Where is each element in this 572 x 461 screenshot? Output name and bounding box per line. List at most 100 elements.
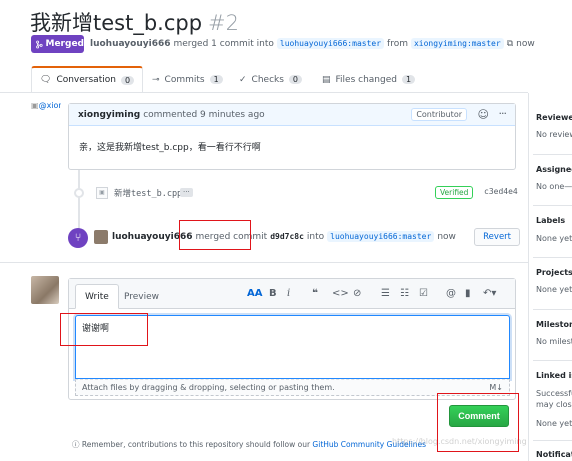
code-icon[interactable]: <> xyxy=(332,288,349,299)
sidebar-assignees-value: No one— xyxy=(536,182,572,191)
highlight-box-comment-text xyxy=(60,313,148,346)
tab-files-changed[interactable]: ▤ Files changed 1 xyxy=(314,66,423,93)
revert-button[interactable]: Revert xyxy=(474,228,520,246)
sidebar-notifications-heading: Notificatio xyxy=(536,450,572,459)
pr-action-text: merged 1 commit into xyxy=(173,38,274,49)
sidebar-separator xyxy=(533,257,572,258)
merge-avatar[interactable] xyxy=(94,230,108,244)
task-list-icon[interactable]: ☑ xyxy=(419,288,428,299)
merge-sha[interactable]: d9d7c8c xyxy=(270,232,304,241)
numbered-list-icon[interactable]: ☷ xyxy=(400,288,409,299)
commit-avatar[interactable]: ▣ xyxy=(96,187,108,199)
tab-conversation[interactable]: 🗨 Conversation 0 xyxy=(31,66,144,93)
comment-body: 亲，这是我新增test_b.cpp，看一看行不行啊 xyxy=(79,143,261,153)
file-diff-icon: ▤ xyxy=(322,74,331,85)
mention-icon[interactable]: @ xyxy=(446,288,456,299)
merge-event: ⑂ luohuayouyi666 merged commit d9d7c8c i… xyxy=(68,228,520,248)
broken-image-icon: ▣ xyxy=(31,101,39,110)
merge-event-icon: ⑂ xyxy=(68,228,88,248)
copy-icon[interactable]: ⧉ xyxy=(507,39,513,49)
sidebar-reviewers-value: No review xyxy=(536,130,572,139)
avatar[interactable]: ▣@xiongyimi xyxy=(31,101,61,131)
timeline-divider xyxy=(0,262,528,263)
tab-checks[interactable]: ✓ Checks 0 xyxy=(231,66,310,93)
guidelines-note: ⓘ Remember, contributions to this reposi… xyxy=(72,439,426,450)
pr-time: now xyxy=(516,38,535,49)
merge-time: now xyxy=(437,231,456,242)
sidebar-milestone-value: No milest xyxy=(536,337,572,346)
pr-author-link[interactable]: luohuayouyi666 xyxy=(90,39,170,49)
sidebar-reviewers-heading[interactable]: Reviewers xyxy=(536,113,572,122)
pr-title-text: 我新增test_b.cpp xyxy=(30,11,203,35)
sidebar-linked-text: may close xyxy=(536,400,572,409)
commit-dot-icon xyxy=(74,188,84,198)
comment-meta[interactable]: commented 9 minutes ago xyxy=(143,110,264,120)
bold-icon[interactable]: B xyxy=(269,288,277,299)
reply-icon[interactable]: ↶▾ xyxy=(483,288,496,299)
sidebar-divider xyxy=(528,93,529,461)
merge-into: into xyxy=(306,231,325,242)
write-tab[interactable]: Write xyxy=(75,284,119,309)
emoji-reaction-icon[interactable]: ☺ xyxy=(478,108,489,121)
text-size-icon[interactable]: AA xyxy=(247,288,262,299)
merged-badge-label: Merged xyxy=(45,39,85,49)
base-branch[interactable]: luohuayouyi666:master xyxy=(276,38,385,49)
tab-label: Conversation xyxy=(56,75,116,85)
tab-counter: 1 xyxy=(209,75,223,84)
sidebar-labels-heading[interactable]: Labels xyxy=(536,216,565,225)
form-toolbar: Write Preview AA B i ❝ <> ⊘ ☰ ☷ ☑ @ ▮ ↶▾ xyxy=(69,279,515,309)
markdown-icon[interactable]: M↓ xyxy=(489,383,503,392)
quote-icon[interactable]: ❝ xyxy=(312,288,318,299)
sidebar-assignees-heading[interactable]: Assignees xyxy=(536,165,572,174)
head-branch[interactable]: xiongyiming:master xyxy=(410,38,504,49)
avatar-alt-text: @xiongyimi xyxy=(38,101,61,110)
italic-icon[interactable]: i xyxy=(287,288,290,299)
tab-label: Commits xyxy=(164,74,205,85)
pr-number: #2 xyxy=(208,11,240,35)
tab-counter: 0 xyxy=(288,75,303,84)
tab-counter: 0 xyxy=(120,75,135,85)
tab-counter: 1 xyxy=(401,75,416,84)
pr-meta: luohuayouyi666 merged 1 commit into luoh… xyxy=(90,38,535,49)
merge-event-text: luohuayouyi666 merged commit d9d7c8c int… xyxy=(112,231,456,242)
highlight-box-comment-button xyxy=(437,393,519,452)
commit-sha[interactable]: c3ed4e4 xyxy=(484,187,518,196)
from-text: from xyxy=(387,38,408,49)
comment-author[interactable]: xiongyiming xyxy=(78,110,140,120)
merge-branch[interactable]: luohuayouyi666:master xyxy=(327,231,435,242)
tab-commits[interactable]: ⊸ Commits 1 xyxy=(144,66,231,93)
link-icon[interactable]: ⊘ xyxy=(353,288,361,299)
comment-header: xiongyiming commented 9 minutes ago Cont… xyxy=(69,104,515,126)
sidebar-labels-value: None yet xyxy=(536,234,572,243)
commit-expand-button[interactable]: ··· xyxy=(180,188,193,197)
sidebar-milestone-heading[interactable]: Milestone xyxy=(536,320,572,329)
info-icon: ⓘ xyxy=(72,440,80,449)
sidebar-linked-issues-heading[interactable]: Linked iss xyxy=(536,371,572,380)
tab-label: Files changed xyxy=(335,74,397,85)
conversation-icon: 🗨 xyxy=(40,75,52,85)
checks-icon: ✓ xyxy=(239,74,247,85)
sidebar-linked-text: Successfu xyxy=(536,389,572,398)
tab-label: Checks xyxy=(251,74,284,85)
sidebar-separator xyxy=(533,360,572,361)
sidebar-linked-value: None yet xyxy=(536,419,572,428)
guidelines-text: Remember, contributions to this reposito… xyxy=(81,440,311,449)
attach-hint: Attach files by dragging & dropping, sel… xyxy=(82,383,335,392)
bookmark-icon[interactable]: ▮ xyxy=(465,288,471,299)
merge-icon xyxy=(36,40,43,48)
pr-title: 我新增test_b.cpp #2 xyxy=(30,7,239,37)
sidebar-projects-heading[interactable]: Projects xyxy=(536,268,572,277)
commit-row: ▣ 新增test_b.cpp ··· Verified c3ed4e4 xyxy=(70,184,518,202)
sidebar-separator xyxy=(533,205,572,206)
sidebar-projects-value: None yet xyxy=(536,285,572,294)
more-options-icon[interactable]: ··· xyxy=(499,107,507,120)
sidebar-separator xyxy=(533,154,572,155)
commit-message[interactable]: 新增test_b.cpp xyxy=(114,187,182,199)
bullet-list-icon[interactable]: ☰ xyxy=(381,288,390,299)
verified-badge[interactable]: Verified xyxy=(435,186,474,199)
sidebar-separator xyxy=(533,440,572,441)
preview-tab[interactable]: Preview xyxy=(115,284,168,309)
highlight-box-merged-commit xyxy=(179,220,251,250)
merged-status-badge: Merged xyxy=(31,35,84,53)
contributor-badge: Contributor xyxy=(411,108,467,121)
